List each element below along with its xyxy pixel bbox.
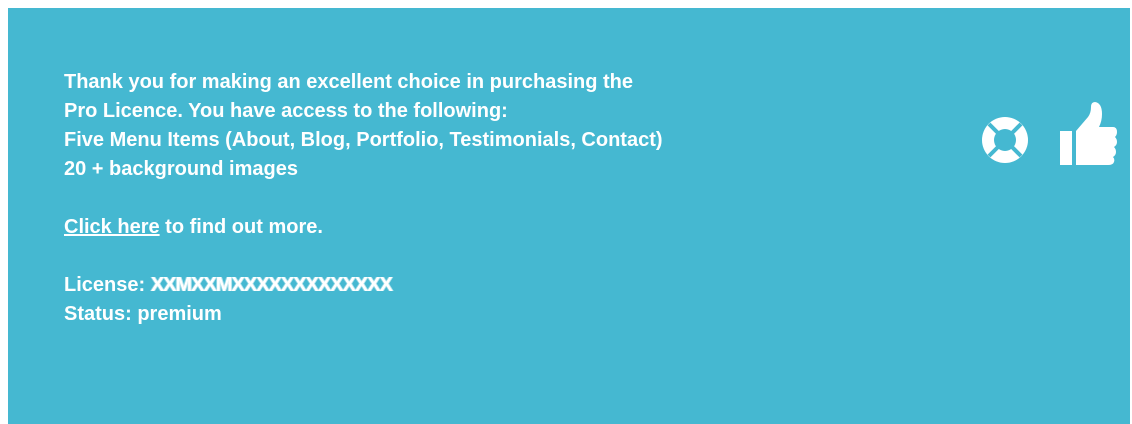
more-info-text: to find out more. [159,216,323,238]
license-label: License: [64,274,151,296]
life-ring-icon[interactable] [978,113,1032,167]
more-info-line: Click here to find out more. [64,213,1130,242]
status-line: Status: premium [64,303,222,325]
menu-items-feature: Five Menu Items (About, Blog, Portfolio,… [64,129,663,151]
license-line: License: XXMXXMXXXXXXXXXXXXX [64,271,1130,300]
click-here-link[interactable]: Click here [64,216,160,238]
background-images-feature: 20 + background images [64,158,298,180]
thank-you-line: Thank you for making an excellent choice… [64,71,634,93]
thumbs-up-icon[interactable] [1058,101,1118,167]
license-info-panel: Thank you for making an excellent choice… [8,8,1130,424]
action-icons [978,101,1118,167]
license-key-value: XXMXXMXXXXXXXXXXXXX [150,274,393,296]
licence-access-line: Pro Licence. You have access to the foll… [64,100,508,122]
